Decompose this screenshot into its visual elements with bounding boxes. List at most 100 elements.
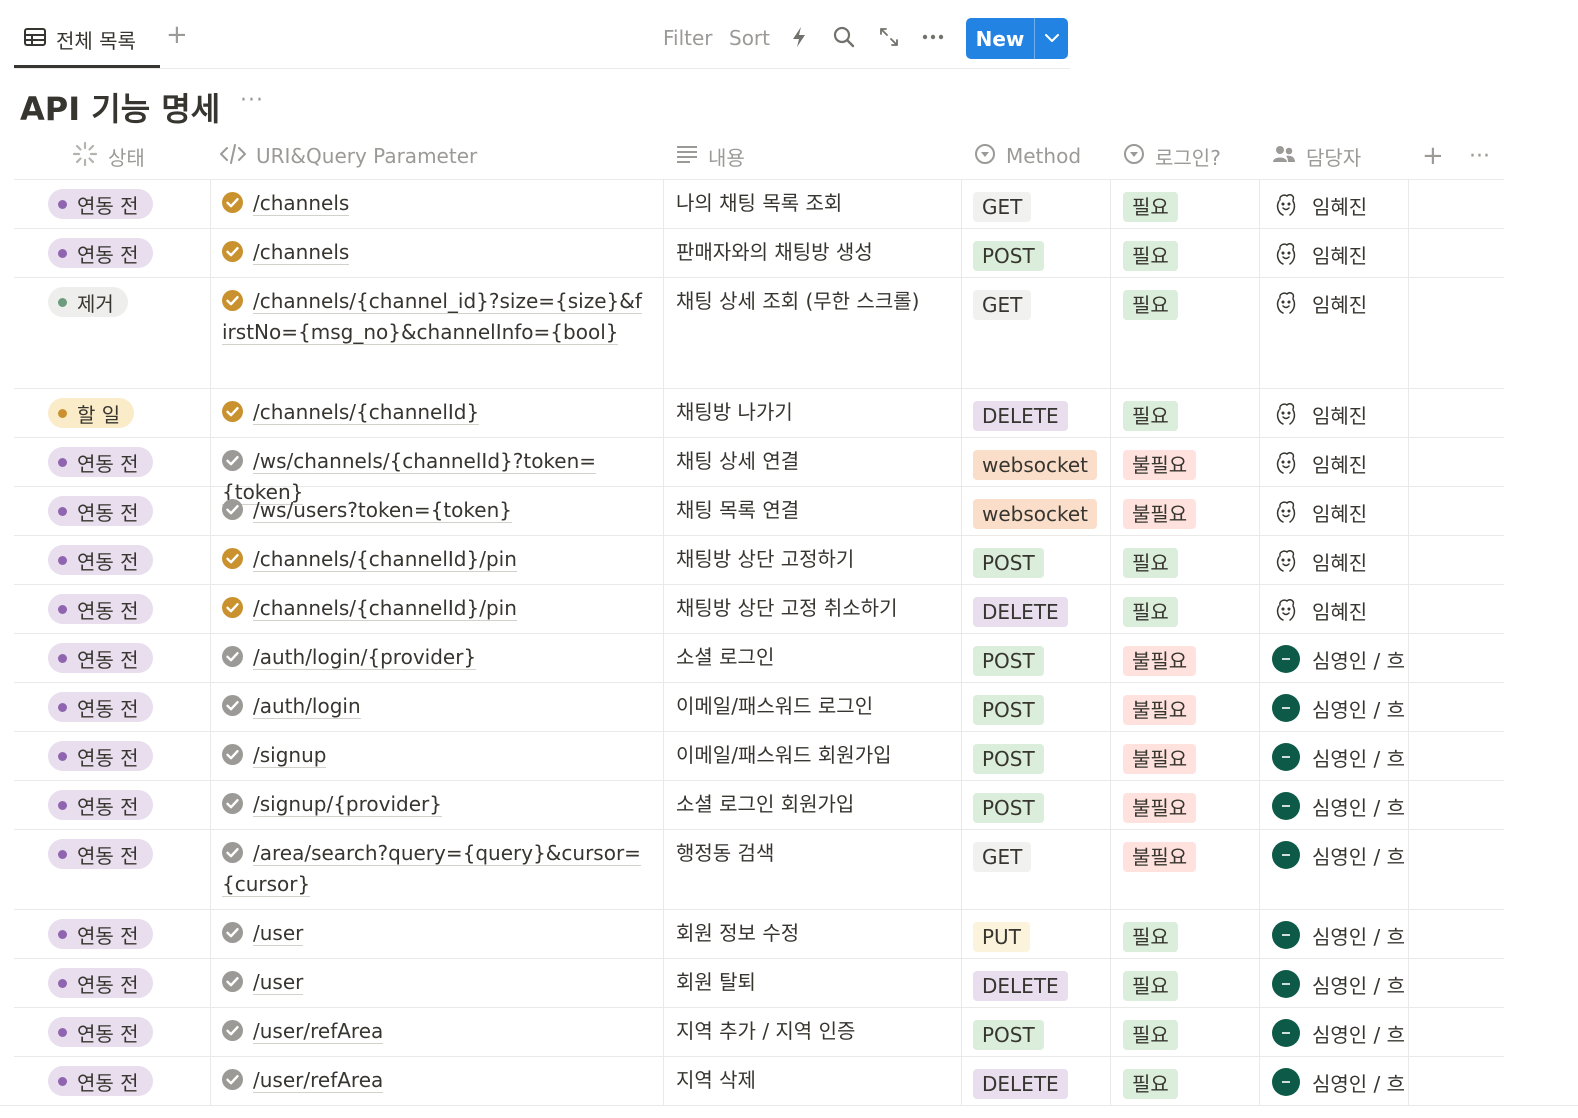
column-header-assignee[interactable]: 담당자	[1272, 134, 1361, 178]
table-row[interactable]: 연동 전/channels 나의 채팅 목록 조회 GET 필요 임혜진	[0, 179, 1578, 229]
view-tab-all[interactable]: 전체 목록	[24, 22, 136, 56]
column-header-content[interactable]: 내용	[676, 134, 745, 178]
new-button[interactable]: New	[966, 18, 1068, 59]
uri-cell[interactable]: /signup/{provider}	[222, 789, 647, 820]
assignee-cell[interactable]: 임혜진	[1272, 448, 1408, 478]
uri-cell[interactable]: /user/refArea	[222, 1016, 647, 1047]
database-title[interactable]: API 기능 명세	[20, 84, 220, 130]
status-badge[interactable]: 연동 전	[48, 496, 153, 526]
login-required-tag[interactable]: 필요	[1123, 1020, 1178, 1050]
table-row[interactable]: 연동 전/signup 이메일/패스워드 회원가입 POST 불필요 심영인 / 흐	[0, 731, 1578, 781]
method-tag[interactable]: DELETE	[973, 971, 1068, 1001]
status-badge[interactable]: 연동 전	[48, 1017, 153, 1047]
table-row[interactable]: 연동 전/user 회원 탈퇴 DELETE 필요 심영인 / 흐	[0, 958, 1578, 1008]
assignee-cell[interactable]: 심영인 / 흐	[1272, 1067, 1408, 1097]
login-required-tag[interactable]: 필요	[1123, 1069, 1178, 1099]
assignee-cell[interactable]: 심영인 / 흐	[1272, 1018, 1408, 1048]
title-more-button[interactable]: ···	[240, 88, 264, 113]
table-row[interactable]: 연동 전/ws/channels/{channelId}?token={toke…	[0, 437, 1578, 505]
uri-cell[interactable]: /signup	[222, 740, 647, 771]
login-required-tag[interactable]: 필요	[1123, 922, 1178, 952]
method-tag[interactable]: websocket	[973, 499, 1098, 529]
status-badge[interactable]: 할 일	[48, 398, 135, 428]
login-required-tag[interactable]: 불필요	[1123, 744, 1197, 774]
table-row[interactable]: 연동 전/channels 판매자와의 채팅방 생성 POST 필요 임혜진	[0, 228, 1578, 278]
add-view-button[interactable]: +	[166, 20, 188, 50]
method-tag[interactable]: DELETE	[973, 597, 1068, 627]
uri-cell[interactable]: /ws/users?token={token}	[222, 495, 647, 526]
status-badge[interactable]: 제거	[48, 287, 128, 317]
status-badge[interactable]: 연동 전	[48, 238, 153, 268]
search-icon[interactable]	[831, 24, 857, 50]
sort-button[interactable]: Sort	[729, 26, 770, 50]
assignee-cell[interactable]: 심영인 / 흐	[1272, 791, 1408, 821]
table-row[interactable]: 연동 전/auth/login/{provider} 소셜 로그인 POST 불필요 심…	[0, 633, 1578, 683]
method-tag[interactable]: DELETE	[973, 1069, 1068, 1099]
uri-cell[interactable]: /auth/login	[222, 691, 647, 722]
method-tag[interactable]: websocket	[973, 450, 1098, 480]
assignee-cell[interactable]: 임혜진	[1272, 595, 1408, 625]
table-row[interactable]: 연동 전/user 회원 정보 수정 PUT 필요 심영인 / 흐	[0, 909, 1578, 959]
column-more-button[interactable]: ···	[1469, 134, 1490, 178]
login-required-tag[interactable]: 불필요	[1123, 793, 1197, 823]
assignee-cell[interactable]: 임혜진	[1272, 190, 1408, 220]
uri-cell[interactable]: /channels/{channel_id}?size={size}&first…	[222, 286, 647, 348]
status-badge[interactable]: 연동 전	[48, 692, 153, 722]
login-required-tag[interactable]: 필요	[1123, 192, 1178, 222]
method-tag[interactable]: GET	[973, 842, 1032, 872]
assignee-cell[interactable]: 임혜진	[1272, 497, 1408, 527]
expand-icon[interactable]	[876, 24, 902, 50]
column-header-login[interactable]: 로그인?	[1123, 134, 1221, 178]
login-required-tag[interactable]: 필요	[1123, 597, 1178, 627]
status-badge[interactable]: 연동 전	[48, 839, 153, 869]
uri-cell[interactable]: /channels	[222, 237, 647, 268]
method-tag[interactable]: POST	[973, 548, 1044, 578]
uri-cell[interactable]: /channels/{channelId}/pin	[222, 593, 647, 624]
method-tag[interactable]: POST	[973, 646, 1044, 676]
status-badge[interactable]: 연동 전	[48, 741, 153, 771]
method-tag[interactable]: GET	[973, 290, 1032, 320]
uri-cell[interactable]: /area/search?query={query}&cursor={curso…	[222, 838, 647, 900]
uri-cell[interactable]: /channels	[222, 188, 647, 219]
filter-button[interactable]: Filter	[663, 26, 713, 50]
login-required-tag[interactable]: 필요	[1123, 401, 1178, 431]
login-required-tag[interactable]: 필요	[1123, 290, 1178, 320]
status-badge[interactable]: 연동 전	[48, 968, 153, 998]
uri-cell[interactable]: /auth/login/{provider}	[222, 642, 647, 673]
method-tag[interactable]: POST	[973, 695, 1044, 725]
more-options-icon[interactable]	[920, 24, 946, 50]
assignee-cell[interactable]: 임혜진	[1272, 399, 1408, 429]
assignee-cell[interactable]: 임혜진	[1272, 546, 1408, 576]
method-tag[interactable]: DELETE	[973, 401, 1068, 431]
method-tag[interactable]: POST	[973, 744, 1044, 774]
status-badge[interactable]: 연동 전	[48, 790, 153, 820]
status-badge[interactable]: 연동 전	[48, 1066, 153, 1096]
column-header-status[interactable]: 상태	[72, 134, 145, 178]
table-row[interactable]: 연동 전/user/refArea 지역 삭제 DELETE 필요 심영인 / 흐	[0, 1056, 1578, 1106]
table-row[interactable]: 연동 전/auth/login 이메일/패스워드 로그인 POST 불필요 심영인 / …	[0, 682, 1578, 732]
table-row[interactable]: 연동 전/area/search?query={query}&cursor={c…	[0, 829, 1578, 910]
method-tag[interactable]: POST	[973, 793, 1044, 823]
chevron-down-icon[interactable]	[1035, 34, 1068, 43]
assignee-cell[interactable]: 심영인 / 흐	[1272, 840, 1408, 870]
table-row[interactable]: 제거/channels/{channel_id}?size={size}&fir…	[0, 277, 1578, 389]
assignee-cell[interactable]: 심영인 / 흐	[1272, 969, 1408, 999]
login-required-tag[interactable]: 불필요	[1123, 646, 1197, 676]
login-required-tag[interactable]: 불필요	[1123, 450, 1197, 480]
status-badge[interactable]: 연동 전	[48, 189, 153, 219]
table-row[interactable]: 연동 전/ws/users?token={token} 채팅 목록 연결 webso…	[0, 486, 1578, 536]
method-tag[interactable]: POST	[973, 1020, 1044, 1050]
column-header-method[interactable]: Method	[974, 134, 1081, 178]
column-header-uri[interactable]: URI&Query Parameter	[219, 134, 477, 178]
uri-cell[interactable]: /user	[222, 918, 647, 949]
add-property-button[interactable]: +	[1422, 134, 1444, 178]
table-row[interactable]: 연동 전/signup/{provider} 소셜 로그인 회원가입 POST 불필요…	[0, 780, 1578, 830]
login-required-tag[interactable]: 필요	[1123, 548, 1178, 578]
assignee-cell[interactable]: 심영인 / 흐	[1272, 693, 1408, 723]
table-row[interactable]: 할 일/channels/{channelId} 채팅방 나가기 DELETE 필요 임…	[0, 388, 1578, 438]
status-badge[interactable]: 연동 전	[48, 447, 153, 477]
table-row[interactable]: 연동 전/user/refArea 지역 추가 / 지역 인증 POST 필요 심영인 …	[0, 1007, 1578, 1057]
uri-cell[interactable]: /user/refArea	[222, 1065, 647, 1096]
login-required-tag[interactable]: 불필요	[1123, 842, 1197, 872]
login-required-tag[interactable]: 불필요	[1123, 499, 1197, 529]
